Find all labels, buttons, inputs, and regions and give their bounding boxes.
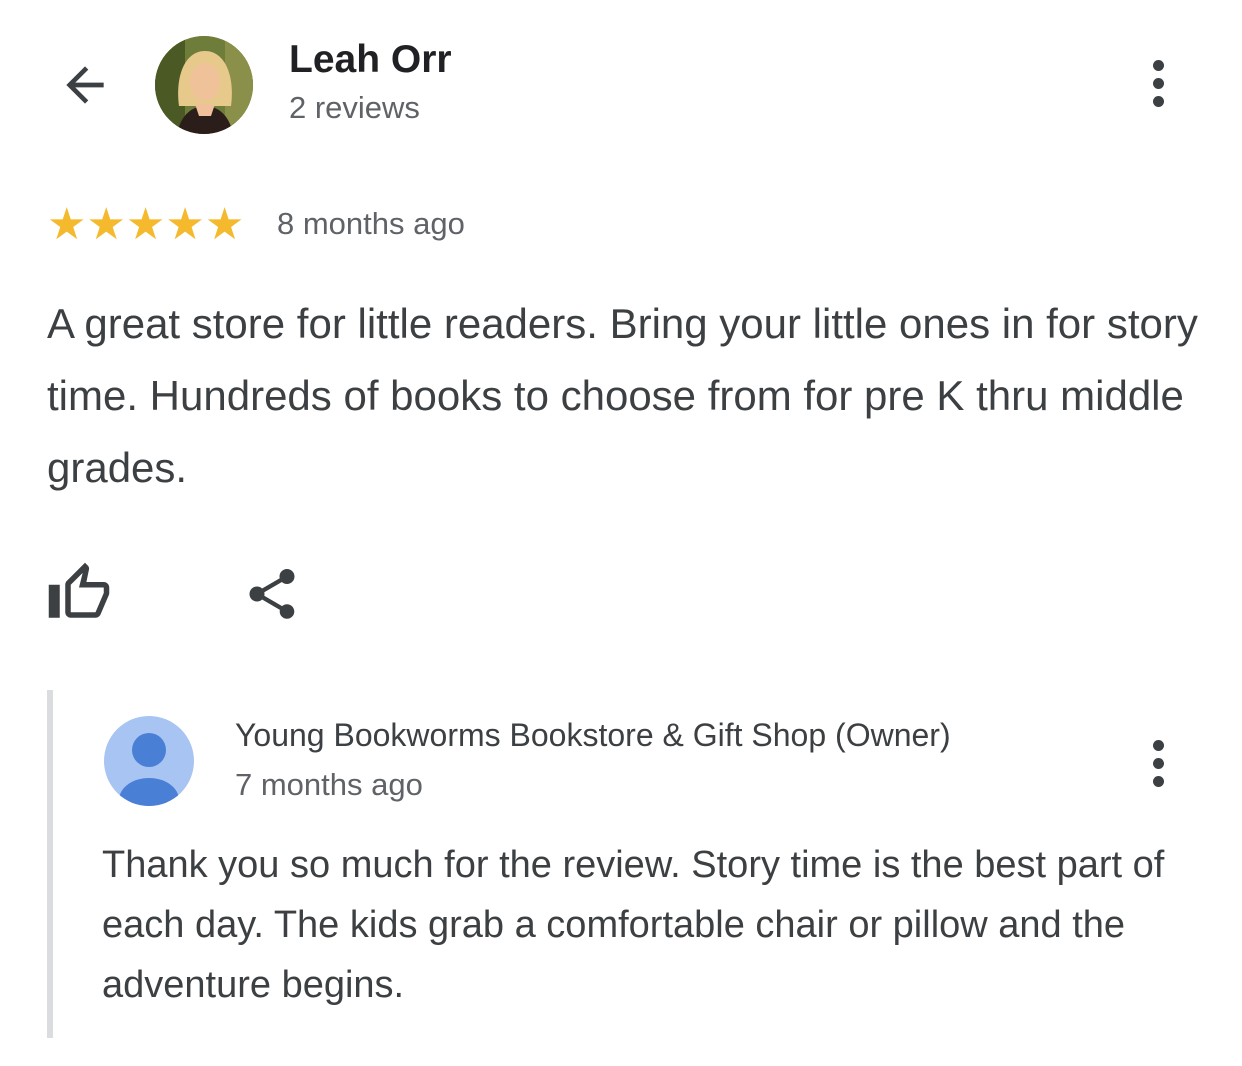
owner-name[interactable]: Young Bookworms Bookstore & Gift Shop (O… bbox=[235, 717, 951, 754]
back-button[interactable] bbox=[50, 50, 120, 120]
reply-timestamp: 7 months ago bbox=[235, 767, 423, 802]
more-vert-icon-dot bbox=[1152, 95, 1164, 107]
reviewer-avatar[interactable] bbox=[155, 36, 253, 134]
more-vert-icon-dot bbox=[1152, 77, 1164, 89]
review-timestamp: 8 months ago bbox=[277, 206, 465, 241]
review-text: A great store for little readers. Bring … bbox=[47, 300, 1198, 491]
reply-divider bbox=[47, 690, 53, 1038]
share-button[interactable] bbox=[242, 563, 302, 625]
reply-text: Thank you so much for the review. Story … bbox=[102, 844, 1165, 1006]
star-icon: ★ bbox=[125, 199, 166, 250]
star-icon: ★ bbox=[165, 199, 205, 250]
arrow-back-icon bbox=[66, 66, 104, 104]
share-icon bbox=[249, 569, 295, 619]
more-vert-icon bbox=[1152, 739, 1164, 751]
owner-avatar[interactable] bbox=[104, 716, 194, 806]
person-icon bbox=[119, 733, 179, 806]
star-icon: ★ bbox=[204, 199, 245, 250]
star-rating: ★ ★ ★ ★ ★ bbox=[47, 199, 245, 250]
more-vert-icon bbox=[1152, 59, 1164, 71]
review-more-options-button[interactable] bbox=[1138, 48, 1178, 118]
reviewer-review-count: 2 reviews bbox=[289, 90, 420, 125]
star-icon: ★ bbox=[47, 199, 87, 250]
more-vert-icon-dot bbox=[1152, 775, 1164, 787]
more-vert-icon-dot bbox=[1152, 757, 1164, 769]
star-icon: ★ bbox=[86, 199, 126, 250]
reviewer-photo bbox=[155, 36, 253, 134]
reviewer-name[interactable]: Leah Orr bbox=[289, 38, 452, 82]
reply-more-options-button[interactable] bbox=[1138, 728, 1178, 798]
like-button[interactable] bbox=[46, 560, 112, 626]
thumb-up-icon bbox=[48, 562, 110, 618]
